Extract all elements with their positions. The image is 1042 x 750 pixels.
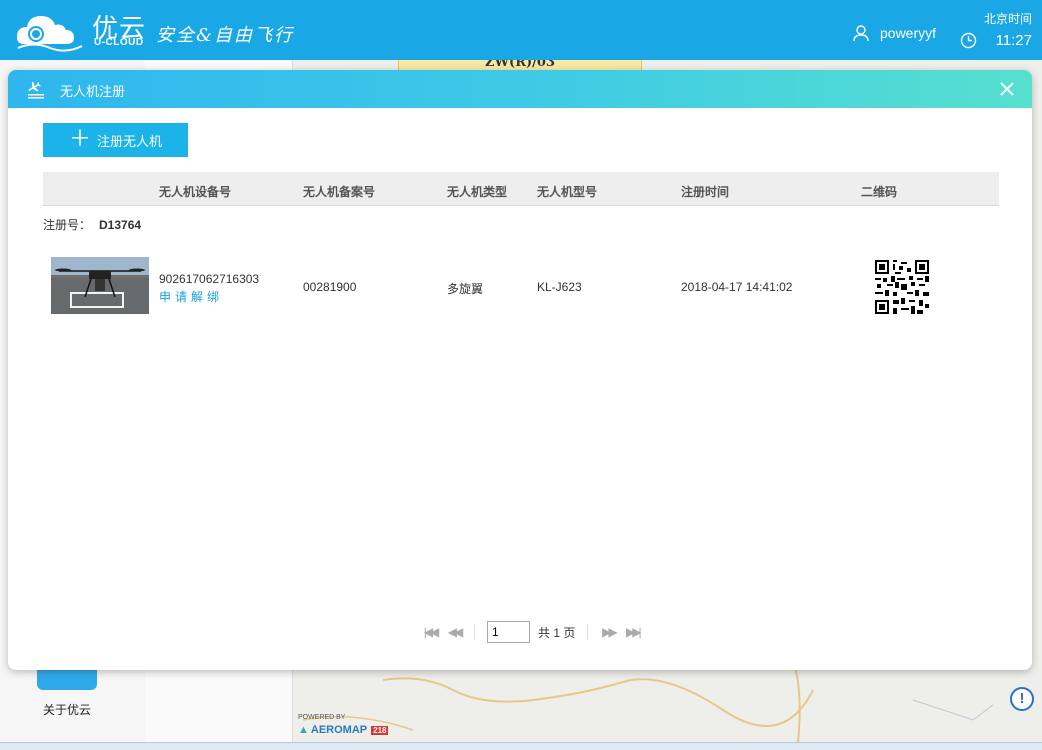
column-header-registered-at: 注册时间 (681, 185, 730, 199)
column-header-record-no: 无人机备案号 (303, 185, 376, 199)
user-menu[interactable]: poweryyf (852, 24, 936, 42)
status-bar (0, 742, 1042, 750)
page-number-input[interactable] (487, 621, 530, 643)
slogan: 安全&自由飞行 (156, 25, 295, 46)
powered-by-text: POWERED BY (298, 714, 346, 721)
aeromap-logo: ▲ AEROMAP 218 (298, 724, 389, 736)
drone-image (51, 257, 149, 314)
aeromap-badge: 218 (371, 725, 389, 735)
user-icon (853, 25, 869, 42)
about-label[interactable]: 关于优云 (43, 701, 91, 718)
dialog-title: 无人机注册 (60, 84, 126, 99)
qrcode-icon[interactable] (875, 260, 929, 314)
about-button[interactable] (37, 668, 97, 690)
total-pages: 共 1 页 (538, 625, 576, 640)
app-header: 优云 U-CLOUD 安全&自由飞行 poweryyf 北京时间 11:27 (0, 0, 1042, 60)
last-page-icon[interactable]: ▶▶| (624, 625, 642, 639)
pager-divider (474, 624, 475, 640)
drone-type: 多旋翼 (447, 282, 484, 296)
prev-page-icon[interactable]: ◀◀ (446, 625, 463, 639)
register-drone-button[interactable]: ＋ 注册无人机 (43, 123, 188, 157)
registration-value: D13764 (99, 218, 142, 232)
close-icon[interactable] (998, 80, 1016, 98)
pagination: |◀◀ ◀◀ 共 1 页 ▶▶ ▶▶| (422, 621, 642, 643)
registration-label: 注册号： (43, 218, 92, 232)
beijing-clock: 北京时间 11:27 (960, 10, 1032, 49)
first-page-icon[interactable]: |◀◀ (422, 625, 440, 639)
plus-icon: ＋ (68, 126, 91, 151)
dialog-header: 无人机注册 (8, 70, 1032, 108)
column-header-model: 无人机型号 (537, 185, 598, 199)
map-roads (302, 660, 994, 742)
aeromap-text: AEROMAP (310, 724, 368, 736)
registration-number: 注册号： D13764 (43, 216, 141, 233)
apply-unbind-link[interactable]: 申请解绑 (159, 288, 223, 305)
username: poweryyf (880, 25, 937, 41)
table-header: 无人机设备号 无人机备案号 无人机类型 无人机型号 注册时间 二维码 (43, 172, 999, 206)
info-icon[interactable]: ! (1010, 687, 1034, 711)
record-number: 00281900 (303, 280, 357, 294)
device-number: 902617062716303 (159, 272, 260, 286)
column-header-device-no: 无人机设备号 (159, 185, 232, 199)
clock-icon (960, 32, 977, 49)
clock-time: 11:27 (995, 32, 1032, 49)
next-page-icon[interactable]: ▶▶ (600, 625, 617, 639)
column-header-qrcode: 二维码 (861, 185, 898, 199)
clock-label: 北京时间 (983, 12, 1032, 26)
brand-name-en: U-CLOUD (94, 37, 144, 48)
cloud-logo-icon (16, 16, 83, 52)
pager-divider (587, 624, 589, 640)
drone-model: KL-J623 (537, 280, 582, 294)
register-drone-label: 注册无人机 (97, 133, 163, 149)
drone-photo (51, 257, 149, 314)
airplane-icon (28, 81, 44, 99)
column-header-type: 无人机类型 (447, 185, 508, 199)
registered-at: 2018-04-17 14:41:02 (681, 280, 793, 294)
aeromap-icon: ▲ (298, 724, 309, 736)
drone-registration-dialog: 无人机注册 ＋ 注册无人机 无人机设备号 无人机备案号 无人机类型 无人机型号 … (8, 70, 1032, 670)
